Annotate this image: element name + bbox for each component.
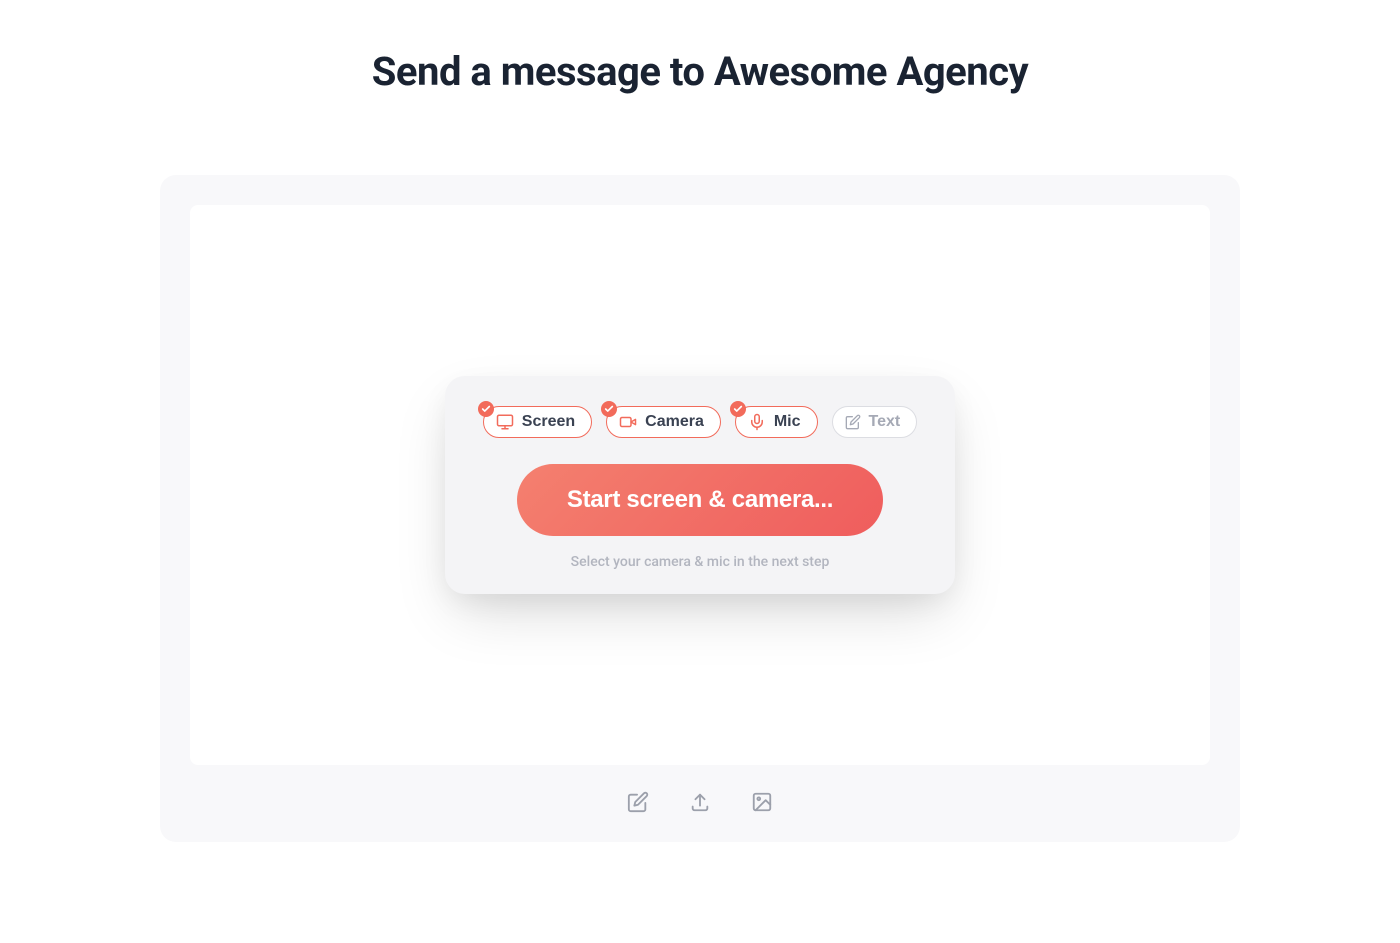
edit-button[interactable] (623, 787, 653, 820)
chip-label: Mic (774, 413, 801, 431)
chip-label: Screen (522, 413, 575, 431)
chip-screen[interactable]: Screen (483, 406, 592, 438)
chip-label: Text (869, 413, 901, 431)
helper-text: Select your camera & mic in the next ste… (571, 554, 830, 570)
chip-row: Screen Camera (483, 406, 917, 438)
canvas-area: Screen Camera (190, 205, 1210, 765)
start-recording-button[interactable]: Start screen & camera... (517, 464, 883, 536)
mic-icon (748, 413, 766, 431)
video-icon (619, 413, 637, 431)
edit-icon (627, 791, 649, 816)
upload-button[interactable] (685, 787, 715, 820)
upload-icon (689, 791, 711, 816)
chip-text[interactable]: Text (832, 406, 918, 438)
chip-mic[interactable]: Mic (735, 406, 818, 438)
page-title: Send a message to Awesome Agency (0, 0, 1400, 95)
edit-icon (845, 414, 861, 430)
check-icon (478, 401, 494, 417)
bottom-toolbar (190, 765, 1210, 842)
monitor-icon (496, 413, 514, 431)
message-container: Screen Camera (160, 175, 1240, 842)
check-icon (730, 401, 746, 417)
image-button[interactable] (747, 787, 777, 820)
recording-card: Screen Camera (445, 376, 955, 594)
check-icon (601, 401, 617, 417)
chip-label: Camera (645, 413, 704, 431)
image-icon (751, 791, 773, 816)
chip-camera[interactable]: Camera (606, 406, 721, 438)
